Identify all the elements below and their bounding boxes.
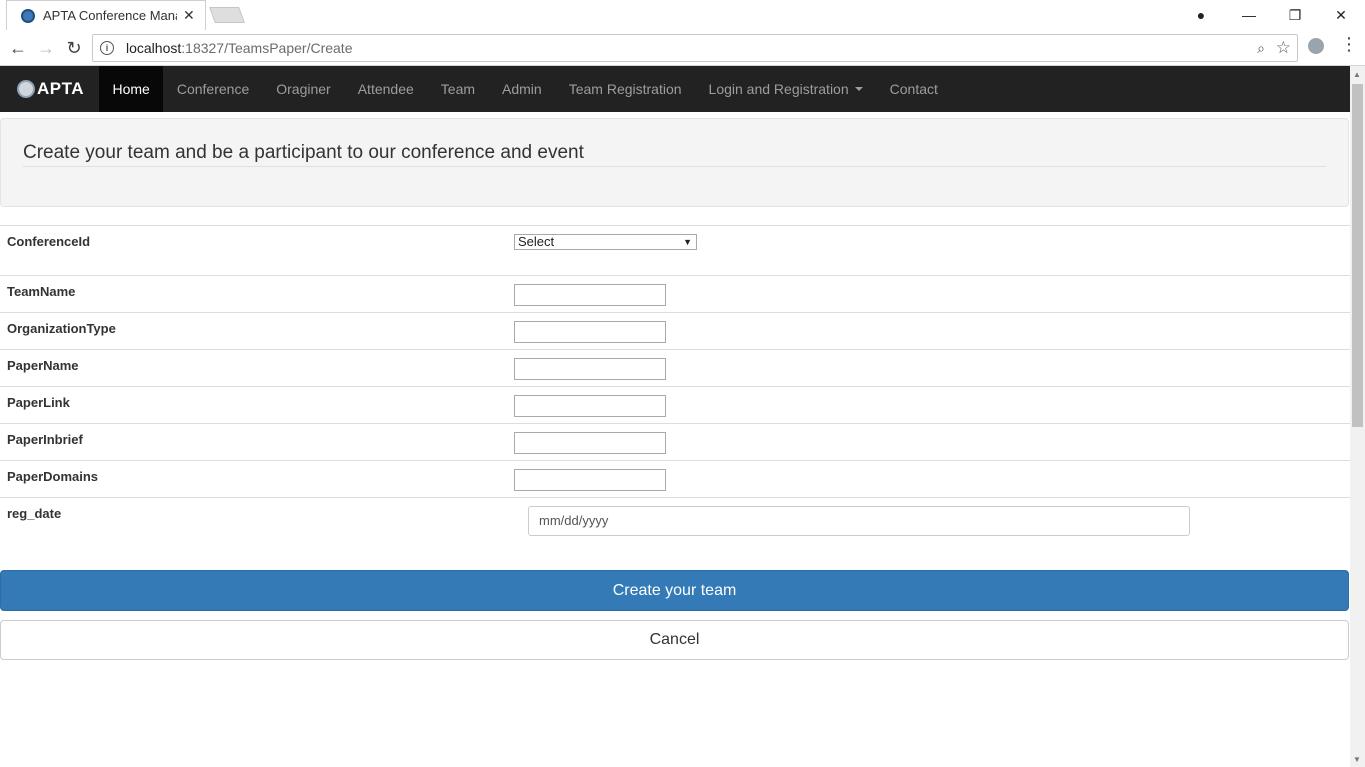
brand-text: APTA: [37, 79, 85, 98]
team-create-form: ConferenceId Select ▼ TeamName Organizat…: [0, 225, 1350, 547]
conference-label: ConferenceId: [7, 234, 91, 249]
nav-item-team-registration[interactable]: Team Registration: [555, 66, 695, 112]
form-row-paper-link: PaperLink: [0, 386, 1350, 423]
site-navbar: APTA Home Conference Oraginer Attendee T…: [0, 66, 1350, 112]
globe-favicon-icon: [21, 8, 35, 23]
nav-item-contact[interactable]: Contact: [876, 66, 951, 112]
extension-icon[interactable]: [1308, 38, 1324, 54]
form-row-team-name: TeamName: [0, 275, 1350, 312]
back-arrow-icon[interactable]: ←: [6, 36, 30, 60]
organization-type-input[interactable]: [514, 321, 666, 343]
page-title: Create your team and be a participant to…: [23, 142, 584, 163]
form-row-organization-type: OrganizationType: [0, 312, 1350, 349]
close-window-button[interactable]: ✕: [1318, 0, 1364, 30]
reg-date-input[interactable]: mm/dd/yyyy: [528, 506, 1190, 536]
form-row-conference: ConferenceId Select ▼: [0, 225, 1350, 275]
team-name-input[interactable]: [514, 284, 666, 306]
form-row-paper-inbrief: PaperInbrief: [0, 423, 1350, 460]
paper-link-label: PaperLink: [7, 395, 70, 410]
minimize-button[interactable]: —: [1226, 0, 1272, 30]
scroll-up-arrow-icon[interactable]: ▲: [1353, 70, 1361, 79]
reg-date-label: reg_date: [7, 506, 62, 521]
browser-tabstrip: APTA Conference Manag ✕ ● — ❐ ✕: [0, 0, 1365, 30]
dropdown-arrow-icon: ▼: [683, 237, 692, 247]
account-icon[interactable]: ●: [1178, 0, 1224, 30]
caret-down-icon: [854, 87, 863, 91]
brand-logo[interactable]: APTA: [17, 78, 84, 100]
page-scrollbar[interactable]: ▲ ▼: [1350, 66, 1365, 767]
url-text: localhost:18327/TeamsPaper/Create: [126, 40, 352, 56]
nav-item-conference[interactable]: Conference: [163, 66, 262, 112]
nav-item-login-label: Login and Registration: [708, 81, 849, 97]
forward-arrow-icon[interactable]: →: [34, 36, 58, 60]
nav-item-home[interactable]: Home: [99, 66, 164, 112]
nav-item-login-registration[interactable]: Login and Registration: [695, 66, 876, 112]
browser-menu-icon[interactable]: ⋮: [1340, 34, 1358, 55]
nav-item-attendee[interactable]: Attendee: [344, 66, 427, 112]
page-viewport: APTA Home Conference Oraginer Attendee T…: [0, 66, 1350, 767]
conference-selected-value: Select: [518, 234, 555, 249]
browser-tab[interactable]: APTA Conference Manag ✕: [6, 0, 206, 30]
tab-title: APTA Conference Manag: [43, 8, 177, 23]
organization-type-label: OrganizationType: [7, 321, 116, 336]
cancel-button[interactable]: Cancel: [0, 620, 1349, 660]
apta-globe-icon: [17, 80, 35, 98]
scroll-down-arrow-icon[interactable]: ▼: [1353, 755, 1361, 764]
create-team-button[interactable]: Create your team: [0, 570, 1349, 611]
paper-link-input[interactable]: [514, 395, 666, 417]
restore-button[interactable]: ❐: [1272, 0, 1318, 30]
address-bar[interactable]: i localhost:18327/TeamsPaper/Create ⌕ ☆: [92, 34, 1298, 62]
new-tab-button[interactable]: [209, 7, 245, 23]
page-header: Create your team and be a participant to…: [0, 118, 1349, 207]
paper-inbrief-label: PaperInbrief: [7, 432, 83, 447]
scrollbar-thumb[interactable]: [1352, 84, 1363, 427]
form-row-paper-name: PaperName: [0, 349, 1350, 386]
paper-name-label: PaperName: [7, 358, 79, 373]
header-divider: [23, 166, 1326, 167]
form-row-paper-domains: PaperDomains: [0, 460, 1350, 497]
nav-item-admin[interactable]: Admin: [489, 66, 556, 112]
bookmark-star-icon[interactable]: ☆: [1276, 38, 1291, 58]
browser-toolbar: ← → ↻ i localhost:18327/TeamsPaper/Creat…: [0, 30, 1365, 66]
url-host: localhost: [126, 40, 182, 56]
paper-name-input[interactable]: [514, 358, 666, 380]
team-name-label: TeamName: [7, 284, 76, 299]
tab-close-icon[interactable]: ✕: [183, 7, 195, 24]
nav-item-oraginer[interactable]: Oraginer: [263, 66, 344, 112]
nav-menu: Home Conference Oraginer Attendee Team A…: [99, 66, 951, 112]
paper-inbrief-input[interactable]: [514, 432, 666, 454]
zoom-icon[interactable]: ⌕: [1257, 40, 1265, 57]
paper-domains-input[interactable]: [514, 469, 666, 491]
paper-domains-label: PaperDomains: [7, 469, 99, 484]
form-row-reg-date: reg_date mm/dd/yyyy: [0, 497, 1350, 547]
reload-icon[interactable]: ↻: [62, 36, 86, 60]
url-path: :18327/TeamsPaper/Create: [181, 40, 353, 56]
nav-item-team[interactable]: Team: [427, 66, 488, 112]
site-info-icon[interactable]: i: [100, 41, 114, 55]
conference-select[interactable]: Select ▼: [514, 234, 697, 250]
